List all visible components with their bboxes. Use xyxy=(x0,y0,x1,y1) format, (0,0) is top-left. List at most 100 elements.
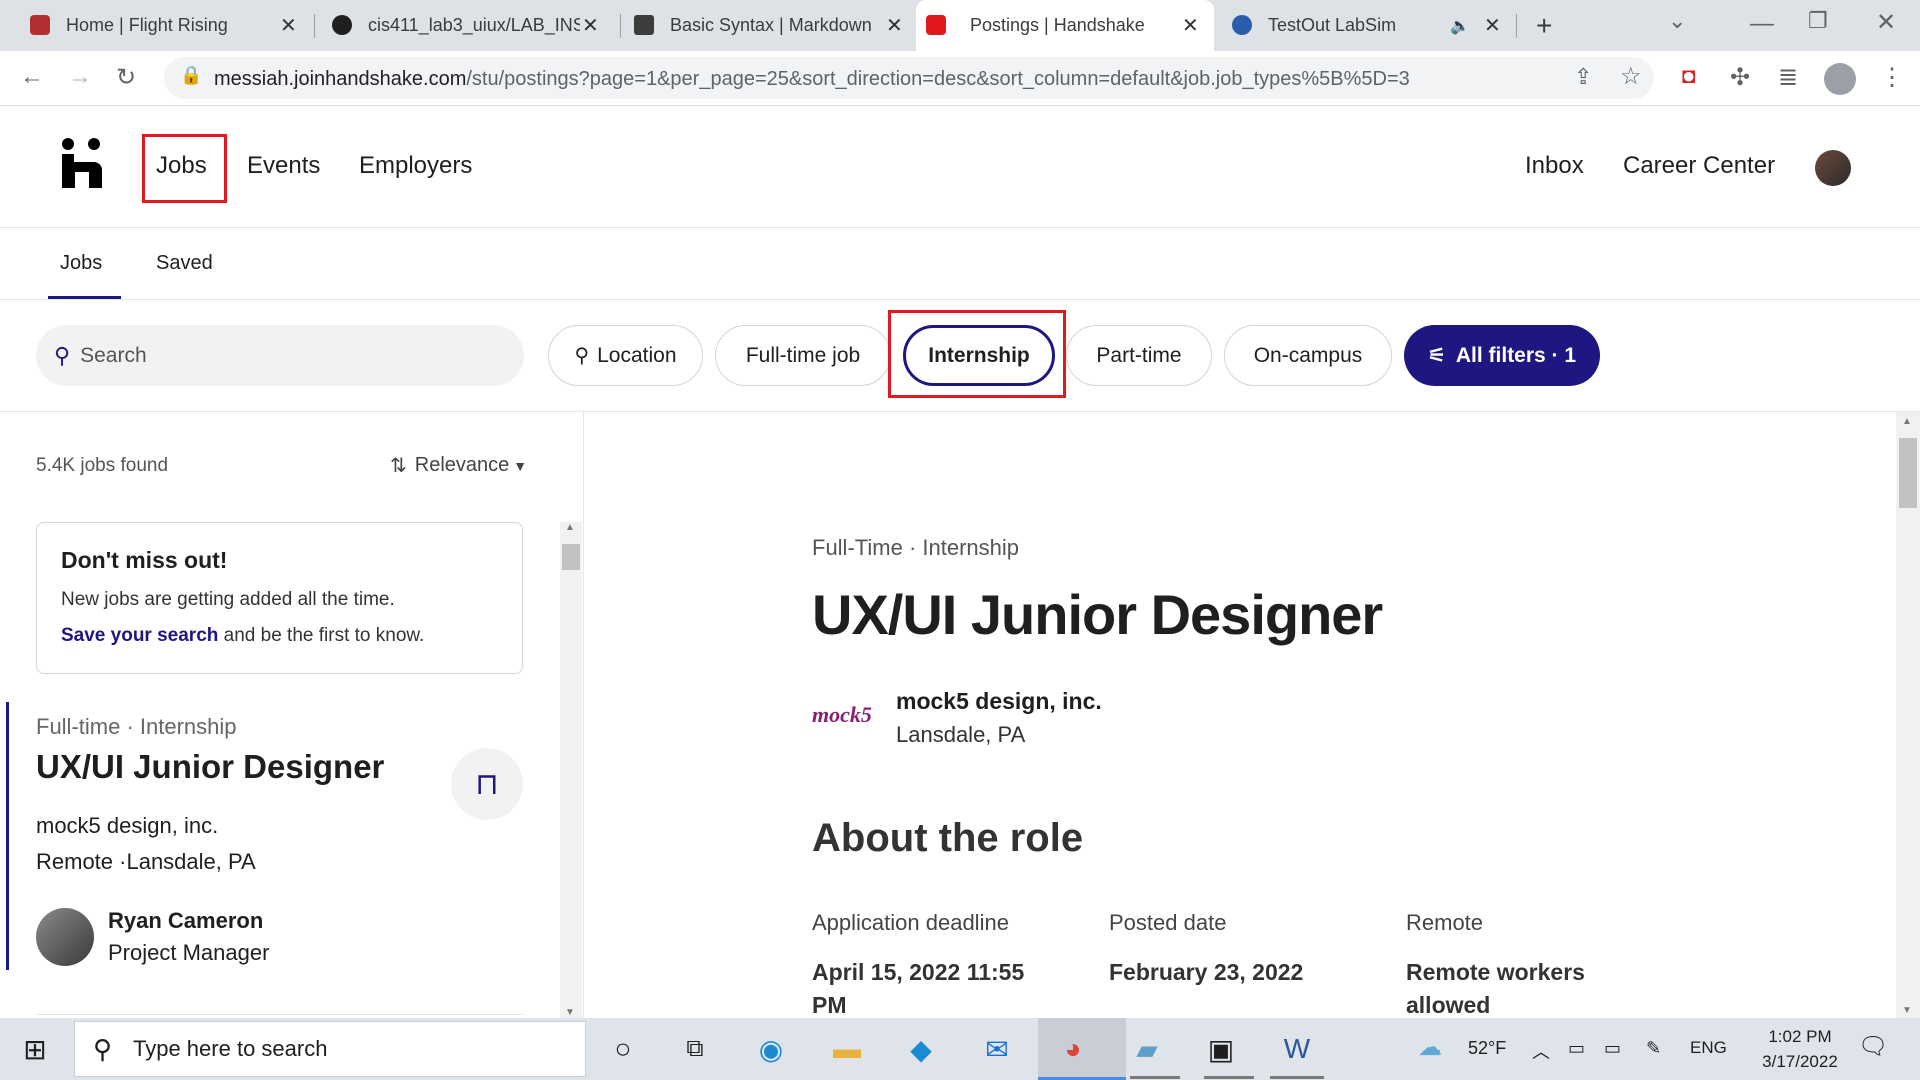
tab-handshake[interactable]: Postings | Handshake ✕ xyxy=(916,0,1214,51)
restore-icon[interactable]: ❐ xyxy=(1808,8,1828,34)
tab-flight-rising[interactable]: Home | Flight Rising ✕ xyxy=(20,0,306,51)
tab-testout[interactable]: TestOut LabSim 🔈 ✕ xyxy=(1222,0,1512,51)
audio-icon[interactable]: 🔈 xyxy=(1450,16,1470,36)
company-logo[interactable]: mock5 xyxy=(812,702,872,728)
markdown-icon xyxy=(634,15,654,35)
full-time-filter-button[interactable]: Full-time job xyxy=(715,325,891,386)
tray-chevron-icon[interactable]: ︿ xyxy=(1532,1038,1550,1064)
save-search-link[interactable]: Save your search xyxy=(61,625,218,646)
taskbar-search-input[interactable]: ⚲ Type here to search xyxy=(74,1021,586,1077)
url-text[interactable]: messiah.joinhandshake.com/stu/postings?p… xyxy=(214,68,1410,91)
battery-icon[interactable]: ▭ xyxy=(1604,1038,1621,1059)
sort-icon: ⇅ xyxy=(390,455,407,477)
close-tab-icon[interactable]: ✕ xyxy=(1484,13,1501,38)
language-indicator[interactable]: ENG xyxy=(1690,1038,1727,1058)
sliders-icon: ⚟ xyxy=(1427,345,1446,367)
scroll-down-icon[interactable]: ▼ xyxy=(565,1007,575,1018)
running-indicator xyxy=(1204,1076,1254,1079)
location-pin-icon: ⚲ xyxy=(574,345,590,367)
browser-tab-bar: Home | Flight Rising ✕ cis411_lab3_uiux/… xyxy=(0,0,1920,51)
close-tab-icon[interactable]: ✕ xyxy=(886,13,903,38)
job-search-input[interactable]: ⚲ Search xyxy=(36,325,524,386)
scroll-up-icon[interactable]: ▲ xyxy=(565,522,575,533)
nav-jobs[interactable]: Jobs xyxy=(156,152,207,180)
window-close-icon[interactable]: ✕ xyxy=(1876,8,1896,37)
cortana-icon[interactable]: ○ xyxy=(602,1028,644,1070)
chrome-icon[interactable]: ◕ xyxy=(1052,1028,1094,1070)
tab-saved[interactable]: Saved xyxy=(156,252,213,275)
weather-icon[interactable]: ☁ xyxy=(1418,1033,1442,1062)
lock-icon[interactable]: 🔒 xyxy=(180,65,202,86)
network-icon[interactable]: ▭ xyxy=(1568,1038,1585,1059)
extension-shield-icon[interactable]: ◘ xyxy=(1682,63,1695,89)
scroll-up-icon[interactable]: ▲ xyxy=(1902,416,1912,427)
all-filters-button[interactable]: ⚟ All filters · 1 xyxy=(1404,325,1600,386)
word-icon[interactable]: W xyxy=(1276,1028,1318,1070)
jobs-found-count: 5.4K jobs found xyxy=(36,455,169,476)
bookmark-icon: ⊓ xyxy=(475,767,499,801)
notepad-icon[interactable]: ▰ xyxy=(1126,1028,1168,1070)
handshake-favicon-icon xyxy=(926,15,946,35)
contact-name: Ryan Cameron xyxy=(108,908,264,933)
part-time-filter-button[interactable]: Part-time xyxy=(1066,325,1212,386)
nav-career-center[interactable]: Career Center xyxy=(1623,152,1775,180)
close-tab-icon[interactable]: ✕ xyxy=(1182,13,1199,38)
task-view-icon[interactable]: ⧉ xyxy=(674,1028,716,1070)
terminal-icon[interactable]: ▣ xyxy=(1200,1028,1242,1070)
sort-dropdown[interactable]: ⇅ Relevance ▼ xyxy=(390,453,527,478)
page-scrollbar[interactable]: ▲ ▼ xyxy=(1896,412,1920,1018)
mail-icon[interactable]: ✉ xyxy=(976,1028,1018,1070)
notifications-icon[interactable]: 🗨 xyxy=(1858,1032,1888,1061)
windows-start-icon[interactable]: ⊞ xyxy=(14,1028,56,1070)
internship-filter-button[interactable]: Internship xyxy=(903,325,1055,386)
app-icon[interactable]: ◆ xyxy=(900,1028,942,1070)
reload-icon[interactable]: ↻ xyxy=(116,63,136,92)
omnibox[interactable]: 🔒 messiah.joinhandshake.com/stu/postings… xyxy=(164,57,1654,99)
clock[interactable]: 1:02 PM 3/17/2022 xyxy=(1748,1024,1852,1074)
bookmark-button[interactable]: ⊓ xyxy=(451,748,523,820)
tab-markdown[interactable]: Basic Syntax | Markdown G ✕ xyxy=(624,0,914,51)
site-header: Jobs Events Employers Inbox Career Cente… xyxy=(0,106,1920,228)
detail-company-name[interactable]: mock5 design, inc. xyxy=(896,688,1102,715)
promo-cta: Save your search and be the first to kno… xyxy=(61,625,425,646)
minimize-icon[interactable]: — xyxy=(1750,10,1774,38)
nav-inbox[interactable]: Inbox xyxy=(1525,152,1584,180)
media-queue-icon[interactable]: ≣ xyxy=(1778,63,1798,92)
close-tab-icon[interactable]: ✕ xyxy=(280,13,297,38)
job-list-item[interactable]: Full-time · Internship UX/UI Junior Desi… xyxy=(0,702,560,992)
handshake-logo[interactable] xyxy=(62,138,106,190)
tab-search-chevron-icon[interactable]: ⌄ xyxy=(1668,8,1686,34)
location-filter-button[interactable]: ⚲ Location xyxy=(548,325,703,386)
scroll-thumb[interactable] xyxy=(562,544,580,570)
promo-text: New jobs are getting added all the time. xyxy=(61,589,395,610)
close-tab-icon[interactable]: ✕ xyxy=(582,13,599,38)
list-scrollbar[interactable]: ▲ ▼ xyxy=(560,522,582,1018)
extensions-puzzle-icon[interactable]: ✣ xyxy=(1730,63,1750,92)
back-icon[interactable]: ← xyxy=(20,63,44,91)
job-title: UX/UI Junior Designer xyxy=(36,748,385,785)
scroll-down-icon[interactable]: ▼ xyxy=(1902,1005,1912,1016)
pen-icon[interactable]: ✎ xyxy=(1646,1038,1661,1059)
file-explorer-icon[interactable]: ▬ xyxy=(826,1028,868,1070)
weather-temp[interactable]: 52°F xyxy=(1468,1038,1506,1059)
windows-taskbar: ⊞ ⚲ Type here to search ○ ⧉ ◉ ▬ ◆ ✉ ◕ ▰ … xyxy=(0,1018,1920,1080)
sub-navigation: Jobs Saved xyxy=(0,228,1920,300)
on-campus-filter-button[interactable]: On-campus xyxy=(1224,325,1392,386)
promo-title: Don't miss out! xyxy=(61,547,228,573)
tab-github[interactable]: cis411_lab3_uiux/LAB_INS ✕ xyxy=(322,0,612,51)
nav-events[interactable]: Events xyxy=(247,152,320,180)
filter-bar: ⚲ Search ⚲ Location Full-time job Intern… xyxy=(0,300,1920,412)
tab-jobs[interactable]: Jobs xyxy=(60,252,102,275)
user-avatar[interactable] xyxy=(1815,150,1851,186)
page-scroll-thumb[interactable] xyxy=(1899,438,1917,508)
share-icon[interactable]: ⇪ xyxy=(1574,64,1592,90)
new-tab-icon[interactable]: + xyxy=(1536,10,1552,42)
forward-icon[interactable]: → xyxy=(68,63,92,91)
profile-icon[interactable] xyxy=(1824,63,1856,95)
tab-separator xyxy=(620,14,621,38)
list-divider xyxy=(36,1014,523,1015)
bookmark-star-icon[interactable]: ☆ xyxy=(1620,62,1642,91)
edge-icon[interactable]: ◉ xyxy=(750,1028,792,1070)
menu-dots-icon[interactable]: ⋮ xyxy=(1880,63,1904,92)
nav-employers[interactable]: Employers xyxy=(359,152,472,180)
